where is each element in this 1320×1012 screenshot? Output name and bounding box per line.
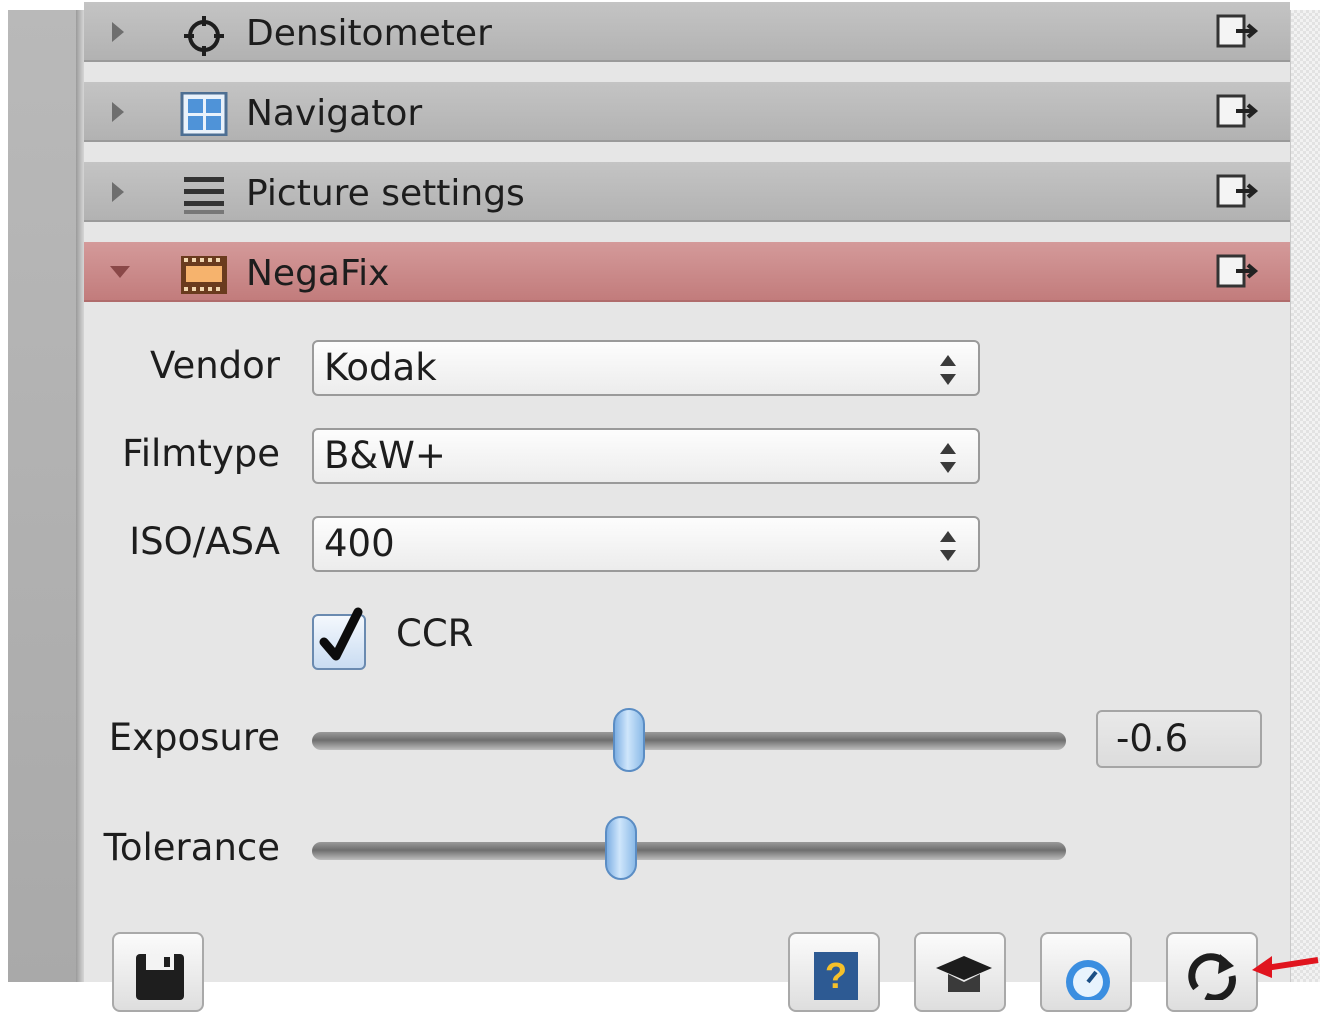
- spin-arrows-icon: [940, 443, 956, 473]
- spin-arrows-icon: [940, 355, 956, 385]
- help-icon: ?: [814, 952, 858, 1000]
- exposure-slider-track[interactable]: [312, 732, 1066, 750]
- module-header-negafix[interactable]: NegaFix: [84, 242, 1290, 302]
- expand-arrow-icon[interactable]: [112, 102, 124, 122]
- module-title: Densitometer: [246, 13, 492, 54]
- navigator-icon: [180, 92, 228, 136]
- vendor-select[interactable]: Kodak: [312, 340, 980, 396]
- detach-icon[interactable]: [1214, 172, 1262, 210]
- checkmark-icon: [319, 607, 363, 661]
- module-header-navigator[interactable]: Navigator: [84, 82, 1290, 142]
- expand-arrow-icon[interactable]: [112, 22, 124, 42]
- module-title: Picture settings: [246, 173, 525, 214]
- iso-select[interactable]: 400: [312, 516, 980, 572]
- vendor-label: Vendor: [150, 344, 280, 387]
- svg-text:?: ?: [825, 955, 847, 996]
- graduation-cap-icon: [936, 956, 992, 992]
- reset-button[interactable]: [1166, 932, 1258, 1012]
- exposure-label: Exposure: [108, 716, 280, 759]
- stopwatch-icon: [1066, 960, 1110, 1000]
- save-button[interactable]: [112, 932, 204, 1012]
- ccr-label: CCR: [396, 612, 474, 655]
- right-panel: Densitometer Navigator Picture settings …: [84, 2, 1290, 1012]
- crosshair-icon: [184, 16, 224, 56]
- module-header-densitometer[interactable]: Densitometer: [84, 2, 1290, 62]
- reset-icon: [1188, 953, 1236, 1000]
- spin-arrows-icon: [940, 531, 956, 561]
- collapse-arrow-icon[interactable]: [110, 266, 130, 278]
- exposure-value-field[interactable]: -0.6: [1096, 710, 1262, 768]
- picture-settings-icon: [184, 177, 224, 214]
- detach-icon[interactable]: [1214, 252, 1262, 290]
- tolerance-slider-track[interactable]: [312, 842, 1066, 860]
- vendor-value: Kodak: [324, 346, 437, 389]
- help-button[interactable]: ?: [788, 932, 880, 1012]
- left-frame: [8, 10, 82, 982]
- left-frame-edge: [76, 10, 84, 982]
- expand-arrow-icon[interactable]: [112, 182, 124, 202]
- detach-icon[interactable]: [1214, 12, 1262, 50]
- detach-icon[interactable]: [1214, 92, 1262, 130]
- timer-button[interactable]: [1040, 932, 1132, 1012]
- film-strip-icon: [181, 256, 227, 294]
- ccr-checkbox[interactable]: [312, 607, 366, 670]
- right-frame-pattern: [1290, 10, 1320, 982]
- filmtype-value: B&W+: [324, 434, 446, 477]
- module-title: Navigator: [246, 93, 423, 134]
- exposure-slider-handle[interactable]: [612, 708, 645, 772]
- save-icon: [136, 954, 184, 1000]
- filmtype-label: Filmtype: [122, 432, 280, 475]
- tolerance-label: Tolerance: [103, 826, 280, 869]
- module-title: NegaFix: [246, 253, 390, 294]
- annotation-arrow-icon: [1252, 956, 1319, 978]
- filmtype-select[interactable]: B&W+: [312, 428, 980, 484]
- tolerance-slider-handle[interactable]: [605, 816, 638, 880]
- iso-label: ISO/ASA: [129, 520, 280, 563]
- module-header-picture-settings[interactable]: Picture settings: [84, 162, 1290, 222]
- iso-value: 400: [324, 522, 395, 565]
- tutorial-button[interactable]: [914, 932, 1006, 1012]
